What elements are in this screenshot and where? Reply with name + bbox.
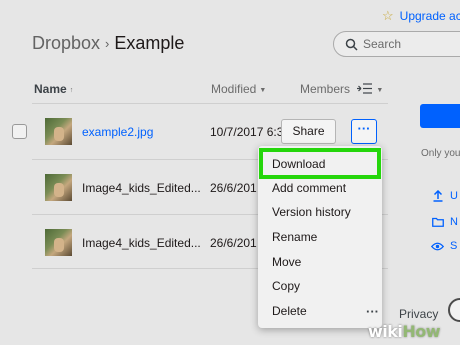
sort-arrow-up-icon: ↑ bbox=[69, 87, 74, 94]
column-header-name[interactable]: Name ↑ bbox=[34, 82, 73, 96]
upgrade-link[interactable]: ☆ Upgrade acc bbox=[382, 8, 460, 24]
menu-item-delete[interactable]: Delete bbox=[272, 304, 307, 318]
menu-item-download[interactable]: Download bbox=[259, 148, 381, 179]
privacy-link[interactable]: Privacy bbox=[399, 307, 438, 321]
header-divider bbox=[32, 103, 388, 104]
view-options-icon[interactable] bbox=[357, 83, 373, 94]
upload-button[interactable] bbox=[420, 104, 460, 128]
sidebar-action-new-folder[interactable]: N bbox=[450, 216, 458, 228]
breadcrumb-separator-icon: › bbox=[105, 36, 110, 51]
sharing-info: Only you bbox=[421, 148, 460, 159]
search-input[interactable]: Search bbox=[333, 31, 460, 57]
column-header-members[interactable]: Members ▼ bbox=[300, 82, 383, 96]
sidebar-action-upload[interactable]: U bbox=[450, 190, 458, 202]
upload-icon bbox=[433, 190, 443, 202]
file-thumbnail bbox=[45, 174, 72, 201]
menu-item-copy[interactable]: Copy bbox=[272, 279, 300, 293]
eye-icon bbox=[431, 242, 444, 251]
row-checkbox[interactable] bbox=[12, 124, 27, 139]
share-button[interactable]: Share bbox=[281, 119, 336, 144]
more-options-button[interactable]: ··· bbox=[351, 119, 377, 144]
breadcrumb-root[interactable]: Dropbox bbox=[32, 33, 100, 53]
folder-icon bbox=[432, 217, 444, 227]
footer-more-button[interactable]: ··· bbox=[366, 304, 379, 319]
file-modified: 26/6/201 bbox=[210, 181, 257, 195]
search-placeholder: Search bbox=[363, 37, 402, 51]
column-header-modified[interactable]: Modified ▼ bbox=[211, 82, 266, 96]
breadcrumb: Dropbox › Example bbox=[32, 33, 184, 54]
file-thumbnail bbox=[45, 118, 72, 145]
upgrade-label: Upgrade acc bbox=[399, 9, 460, 23]
help-icon[interactable] bbox=[448, 298, 460, 322]
chevron-down-icon: ▼ bbox=[376, 87, 384, 94]
watermark-logo: wikiHow bbox=[368, 322, 441, 341]
search-icon bbox=[345, 38, 358, 51]
menu-item-add-comment[interactable]: Add comment bbox=[272, 181, 346, 195]
file-name-link[interactable]: example2.jpg bbox=[82, 125, 153, 139]
star-icon: ☆ bbox=[382, 8, 394, 23]
file-thumbnail bbox=[45, 229, 72, 256]
menu-item-move[interactable]: Move bbox=[272, 255, 301, 269]
chevron-down-icon: ▼ bbox=[259, 87, 267, 94]
menu-item-rename[interactable]: Rename bbox=[272, 230, 317, 244]
file-name[interactable]: Image4_kids_Edited... bbox=[82, 236, 201, 250]
menu-item-download-label: Download bbox=[272, 157, 326, 171]
file-modified: 10/7/2017 6:3 bbox=[210, 125, 284, 139]
sidebar-action-show[interactable]: S bbox=[450, 240, 457, 252]
breadcrumb-current: Example bbox=[114, 33, 185, 53]
file-modified: 26/6/201 bbox=[210, 236, 257, 250]
file-name[interactable]: Image4_kids_Edited... bbox=[82, 181, 201, 195]
menu-item-version-history[interactable]: Version history bbox=[272, 205, 351, 219]
